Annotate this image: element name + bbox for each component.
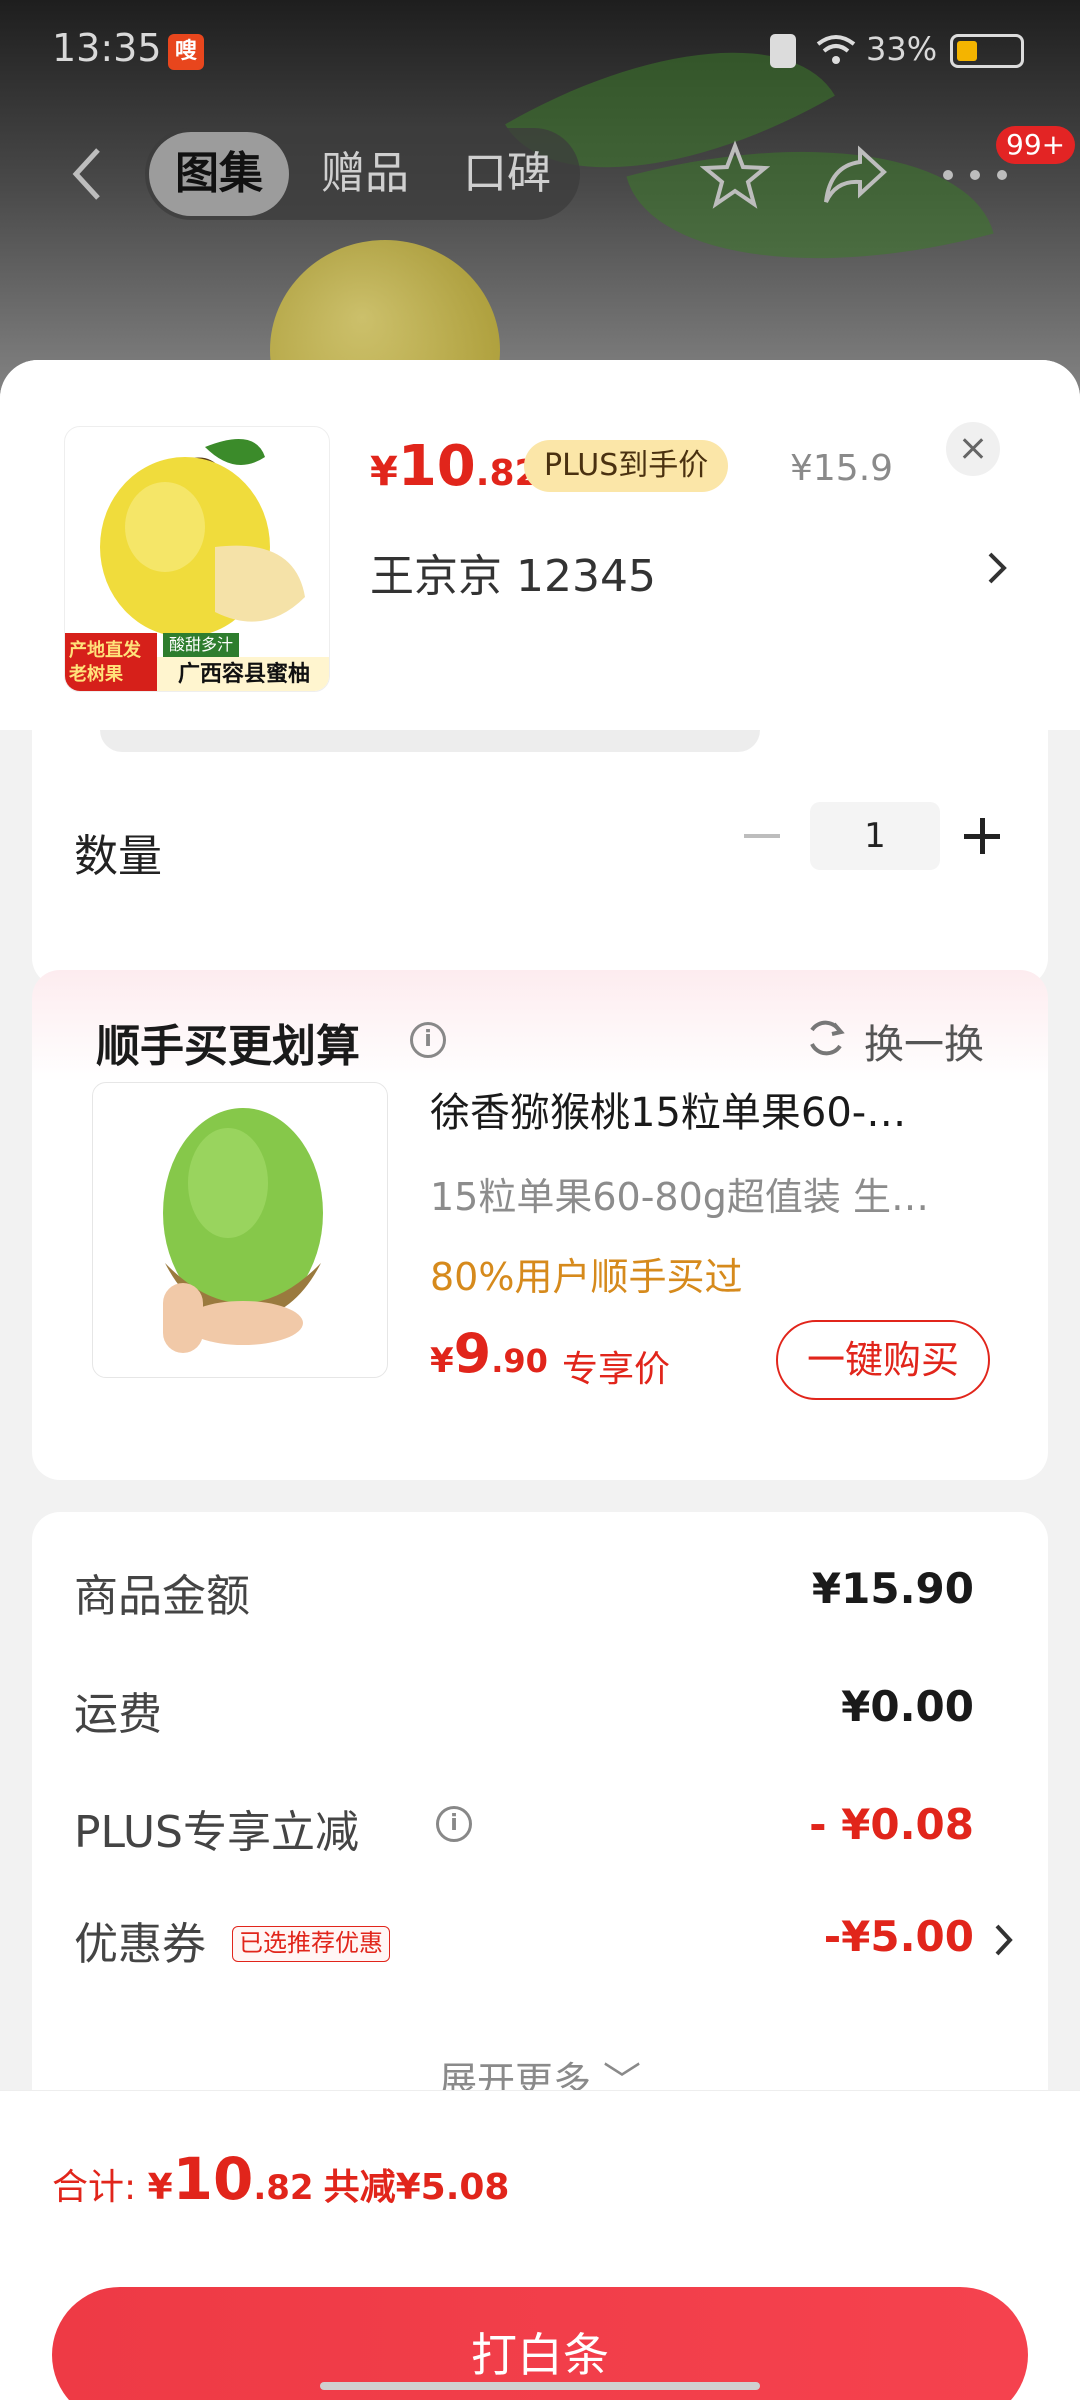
recommend-card: 顺手买更划算 i 换一换 徐香猕猴桃15粒单果60-… 15粒单果60-80g超… — [32, 970, 1048, 1480]
star-icon[interactable] — [700, 140, 770, 210]
recommend-title: 顺手买更划算 — [96, 1021, 360, 1072]
quantity-label: 数量 — [74, 831, 162, 882]
back-icon[interactable] — [60, 144, 120, 204]
thumb-taste-tag: 酸甜多汁 — [163, 633, 240, 657]
plus-price-tag: PLUS到手价 — [524, 440, 729, 492]
total-saved: 共减¥5.08 — [323, 2167, 510, 2208]
home-indicator[interactable] — [320, 2382, 760, 2390]
message-count-badge: 99+ — [996, 126, 1076, 164]
more-icon[interactable] — [940, 168, 1010, 182]
order-summary-card: 商品金额 ¥15.90 运费 ¥0.00 PLUS专享立减 i - ¥0.08 … — [32, 1512, 1048, 2132]
status-time: 13:35 — [52, 26, 162, 70]
one-click-buy-button[interactable]: 一键购买 — [776, 1320, 990, 1400]
tab-gifts[interactable]: 赠品 — [295, 128, 435, 220]
recommend-price-tag: 专享价 — [562, 1349, 671, 1390]
recommend-product-spec: 15粒单果60-80g超值装 生… — [430, 1175, 929, 1219]
info-icon[interactable]: i — [436, 1806, 472, 1842]
wifi-icon — [816, 35, 856, 64]
app-notification-icon: 嗖 — [168, 34, 204, 70]
summary-row-goods: 商品金额 ¥15.90 — [74, 1564, 974, 1622]
share-icon[interactable] — [820, 142, 890, 208]
quantity-card: 数量 1 — [32, 730, 1048, 986]
info-icon[interactable]: i — [410, 1022, 446, 1058]
quantity-increase-button[interactable] — [964, 818, 1000, 854]
refresh-button[interactable]: 换一换 — [864, 1012, 984, 1070]
product-thumbnail[interactable]: 产地直发 老树果 酸甜多汁 广西容县蜜柚 — [64, 426, 330, 692]
original-price: ¥15.9 — [790, 448, 894, 489]
summary-row-coupon[interactable]: 优惠券 已选推荐优惠 -¥5.00 — [74, 1908, 1014, 1970]
recommend-social-proof: 80%用户顺手买过 — [430, 1255, 743, 1299]
total-amount: 合计: ¥10.82 共减¥5.08 — [52, 2145, 510, 2213]
product-price: ¥10.82 — [370, 434, 540, 499]
tab-reviews[interactable]: 口碑 — [437, 128, 577, 220]
refresh-icon[interactable] — [804, 1016, 848, 1060]
battery-icon — [950, 34, 1024, 68]
chevron-right-icon[interactable] — [994, 1922, 1014, 1958]
close-icon[interactable] — [946, 422, 1000, 476]
purchase-sheet: 产地直发 老树果 酸甜多汁 广西容县蜜柚 ¥10.82 PLUS到手价 ¥15.… — [0, 360, 1080, 2400]
kiwi-image — [163, 1108, 323, 1353]
sheet-header: 产地直发 老树果 酸甜多汁 广西容县蜜柚 ¥10.82 PLUS到手价 ¥15.… — [0, 360, 1080, 730]
coupon-recommended-tag: 已选推荐优惠 — [232, 1926, 390, 1962]
thumb-origin-tag: 产地直发 老树果 — [65, 633, 157, 691]
chevron-right-icon[interactable] — [986, 548, 1010, 588]
gallery-tabs: 图集 赠品 口碑 — [145, 128, 580, 220]
delivery-address[interactable]: 王京京 12345 — [370, 540, 656, 604]
checkout-bar: 合计: ¥10.82 共减¥5.08 打白条 — [0, 2090, 1080, 2400]
status-bar: 13:35 嗖 33% — [0, 0, 1080, 100]
recommend-product-image[interactable] — [92, 1082, 388, 1378]
quantity-input[interactable]: 1 — [810, 802, 940, 870]
summary-row-plus-discount: PLUS专享立减 i - ¥0.08 — [74, 1800, 974, 1858]
tab-gallery[interactable]: 图集 — [149, 132, 289, 216]
quantity-decrease-button[interactable] — [744, 834, 780, 838]
thumb-name-tag: 广西容县蜜柚 — [157, 657, 329, 691]
battery-percent: 33% — [866, 30, 938, 68]
top-nav: 图集 赠品 口碑 99+ — [0, 120, 1080, 230]
recommend-product-name[interactable]: 徐香猕猴桃15粒单果60-… — [430, 1080, 1010, 1138]
summary-row-shipping: 运费 ¥0.00 — [74, 1682, 974, 1740]
recommend-price: ¥9.90 — [430, 1322, 548, 1385]
sim-icon — [770, 34, 796, 68]
